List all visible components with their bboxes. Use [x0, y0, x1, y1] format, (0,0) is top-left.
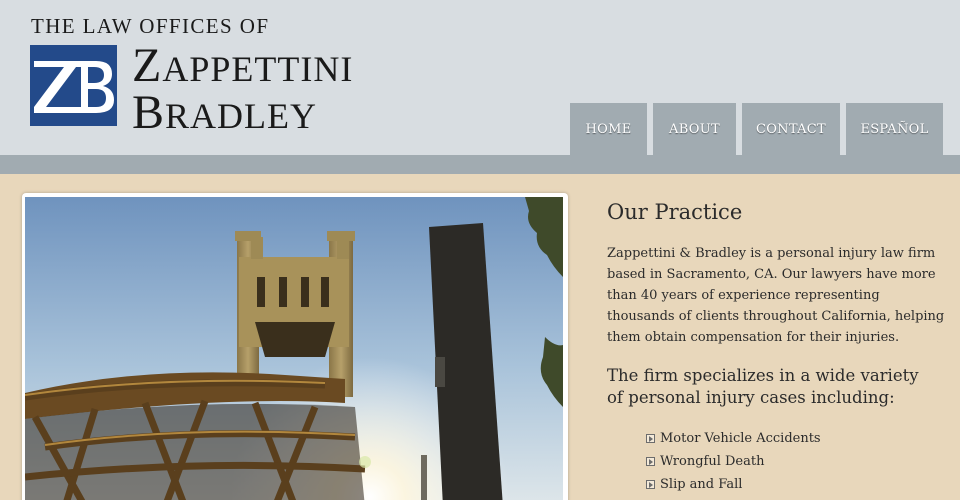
header-stripe [0, 155, 960, 174]
firm-name-line1[interactable]: ZAPPETTINI [132, 42, 353, 90]
list-item[interactable]: Motor Vehicle Accidents [646, 427, 821, 450]
list-item[interactable]: Slip and Fall [646, 473, 821, 496]
practice-description: Zappettini & Bradley is a personal injur… [607, 246, 945, 345]
case-label: Wrongful Death [660, 454, 765, 469]
firm-name-initial-z: Z [132, 39, 163, 92]
nav-contact[interactable]: CONTACT [742, 103, 840, 155]
tower-bridge-photo [25, 197, 563, 500]
nav-espanol[interactable]: ESPAÑOL [846, 103, 943, 155]
specialize-heading: The firm specializes in a wide variety o… [607, 366, 919, 407]
firm-name-rest-1: APPETTINI [162, 49, 354, 89]
arrow-bullet-icon [646, 480, 655, 489]
case-type-list: Motor Vehicle Accidents Wrongful Death S… [646, 427, 821, 496]
arrow-bullet-icon [646, 457, 655, 466]
logo-tagline[interactable]: THE LAW OFFICES OF [31, 14, 269, 39]
case-label: Motor Vehicle Accidents [660, 431, 821, 446]
list-item[interactable]: Wrongful Death [646, 450, 821, 473]
nav-home[interactable]: HOME [570, 103, 647, 155]
nav-about[interactable]: ABOUT [653, 103, 736, 155]
practice-title: Our Practice [607, 200, 743, 224]
case-label: Slip and Fall [660, 477, 743, 492]
main-nav: HOME ABOUT CONTACT ESPAÑOL [0, 103, 960, 155]
arrow-bullet-icon [646, 434, 655, 443]
